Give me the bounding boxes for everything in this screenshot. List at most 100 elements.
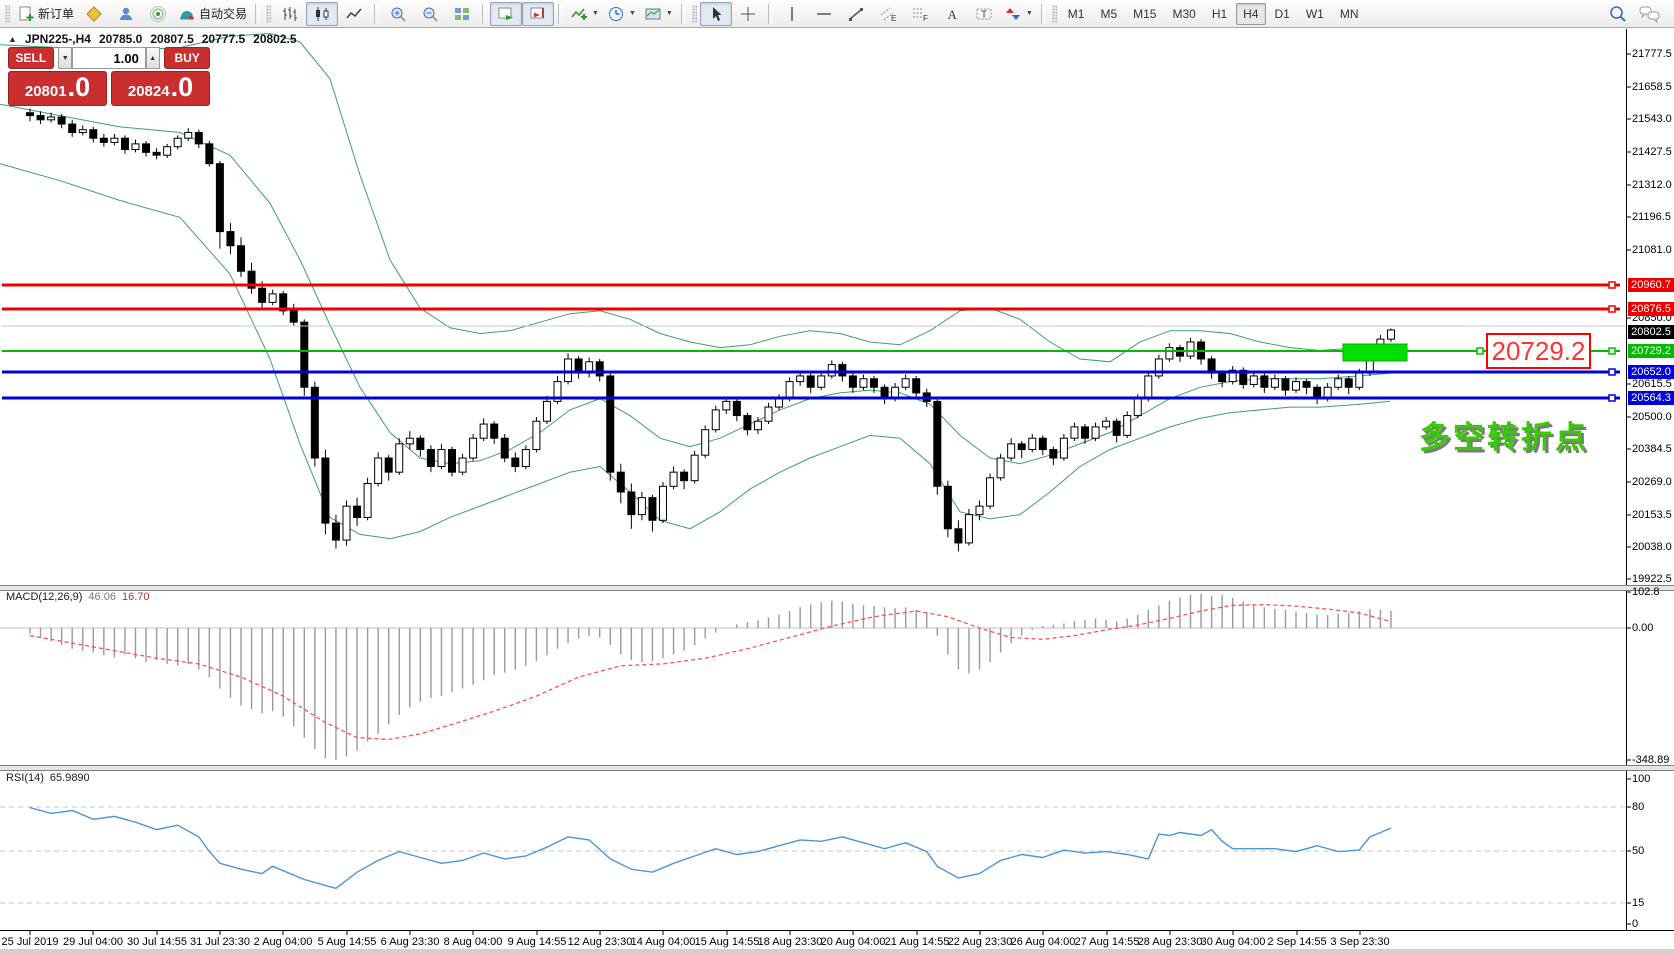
- pivot-line-handle[interactable]: [1476, 347, 1484, 355]
- rsi-panel-splitter[interactable]: [0, 765, 1674, 771]
- macd-panel: [0, 593, 1626, 760]
- candle: [933, 398, 942, 495]
- vertical-line-button[interactable]: [776, 2, 808, 26]
- pivot-highlight-rectangle[interactable]: [1342, 343, 1408, 362]
- price-level-label-20802.5: 20802.5: [1628, 325, 1674, 339]
- line-endpoint-handle[interactable]: [1608, 281, 1616, 289]
- timeframe-button-M30[interactable]: M30: [1165, 3, 1202, 25]
- ohlc-open: 20785.0: [98, 32, 143, 46]
- search-button[interactable]: [1602, 2, 1634, 26]
- indicators-button[interactable]: ▼: [566, 2, 603, 26]
- candle: [880, 384, 889, 405]
- price-level-label-20564.3: 20564.3: [1628, 391, 1674, 405]
- templates-button[interactable]: ▼: [640, 2, 677, 26]
- price-axis-tick: 20384.5: [1632, 443, 1672, 455]
- candle: [1049, 446, 1058, 466]
- equidistant-channel-button[interactable]: E: [872, 2, 904, 26]
- indicator-axis-tick: 100: [1632, 773, 1651, 785]
- zoom-in-button[interactable]: [382, 2, 414, 26]
- autotrading-button[interactable]: 自动交易: [174, 2, 251, 26]
- zoom-out-button[interactable]: [414, 2, 446, 26]
- line-chart-button[interactable]: [338, 2, 370, 26]
- toolbar-separator: [1040, 3, 1045, 24]
- timeframe-button-D1[interactable]: D1: [1268, 3, 1297, 25]
- candle: [764, 402, 773, 425]
- cursor-button[interactable]: [699, 1, 732, 26]
- candlestick-chart-button[interactable]: [306, 1, 339, 26]
- price-axis-tick: 20269.0: [1632, 476, 1672, 488]
- candle: [1154, 354, 1163, 379]
- macd-signal-line: [29, 603, 1392, 741]
- buy-price-main: 20824: [127, 83, 170, 100]
- toolbar-grip: [5, 4, 10, 23]
- candle: [374, 452, 383, 487]
- candle: [553, 375, 562, 405]
- candle: [342, 500, 351, 546]
- indicator-axis-tick: 80: [1632, 801, 1645, 813]
- dropdown-caret-icon: ▼: [592, 10, 599, 17]
- price-axis-tick: 20500.0: [1632, 411, 1672, 423]
- timeframe-button-W1[interactable]: W1: [1299, 3, 1331, 25]
- timeframe-button-H1[interactable]: H1: [1205, 3, 1234, 25]
- candle: [585, 357, 594, 378]
- trendline-button[interactable]: [840, 2, 872, 26]
- text-label-button[interactable]: T: [968, 2, 1000, 26]
- timeframe-button-H4[interactable]: H4: [1236, 2, 1266, 25]
- candle: [205, 141, 214, 167]
- chart-shift-button[interactable]: [522, 1, 555, 26]
- market-button[interactable]: [78, 2, 110, 26]
- candle: [986, 473, 995, 509]
- periods-button[interactable]: ▼: [603, 2, 640, 26]
- bar-chart-button[interactable]: [274, 2, 306, 26]
- volume-increase-button[interactable]: ▲: [145, 47, 160, 69]
- volume-decrease-button[interactable]: ▼: [58, 47, 73, 69]
- sell-price-display[interactable]: 20801 .0: [8, 71, 107, 106]
- line-endpoint-handle[interactable]: [1608, 394, 1616, 402]
- buy-price-display[interactable]: 20824 .0: [111, 71, 210, 106]
- line-endpoint-handle[interactable]: [1608, 347, 1616, 355]
- sell-button[interactable]: SELL: [8, 47, 54, 69]
- indicator-axis-tick: 0: [1632, 918, 1639, 930]
- candle: [110, 133, 119, 146]
- candle: [817, 371, 826, 391]
- date-axis-tick: 18 Aug 23:30: [757, 936, 823, 948]
- crosshair-icon: [740, 6, 755, 21]
- candle: [1228, 366, 1237, 385]
- market-icon: [86, 5, 102, 22]
- candle: [743, 412, 752, 436]
- periods-clock-icon: [608, 6, 623, 21]
- line-endpoint-handle[interactable]: [1608, 305, 1616, 313]
- price-axis-tick: 21543.0: [1632, 113, 1672, 125]
- timeframe-toolbar: M1 M5 M15 M30 H1 H4 D1 W1 MN: [1060, 2, 1367, 25]
- date-axis-tick: 25 Jul 2019: [1, 936, 59, 948]
- crosshair-button[interactable]: [732, 2, 764, 26]
- price-callout-box[interactable]: 20729.2: [1486, 333, 1591, 369]
- candle: [796, 371, 805, 386]
- tile-windows-button[interactable]: [446, 2, 478, 26]
- turning-point-annotation[interactable]: 多空转折点: [1419, 412, 1589, 457]
- buy-button[interactable]: BUY: [164, 47, 211, 69]
- candle: [226, 223, 235, 255]
- date-axis-tick: 27 Aug 14:55: [1074, 936, 1140, 948]
- candle: [448, 446, 456, 477]
- candle: [363, 477, 372, 521]
- fibonacci-button[interactable]: F: [904, 2, 936, 26]
- timeframe-button-M15[interactable]: M15: [1126, 3, 1163, 25]
- text-button[interactable]: A: [936, 2, 968, 26]
- line-endpoint-handle[interactable]: [1608, 368, 1616, 376]
- signals-button[interactable]: [142, 2, 174, 26]
- horizontal-line-button[interactable]: [808, 2, 840, 26]
- price-axis-tick: 21777.5: [1632, 48, 1672, 60]
- volume-input[interactable]: 1.00: [72, 47, 146, 69]
- toolbar-grip: [691, 4, 697, 23]
- arrows-button[interactable]: ▼: [1000, 2, 1037, 26]
- chat-button[interactable]: [1634, 2, 1666, 26]
- timeframe-button-M5[interactable]: M5: [1093, 3, 1124, 25]
- macd-panel-splitter[interactable]: [0, 585, 1674, 591]
- timeframe-button-MN[interactable]: MN: [1333, 3, 1366, 25]
- community-button[interactable]: [110, 2, 142, 26]
- auto-scroll-button[interactable]: [490, 1, 523, 26]
- new-order-button[interactable]: 新订单: [13, 2, 78, 26]
- signals-icon: [150, 5, 167, 22]
- timeframe-button-M1[interactable]: M1: [1061, 3, 1092, 25]
